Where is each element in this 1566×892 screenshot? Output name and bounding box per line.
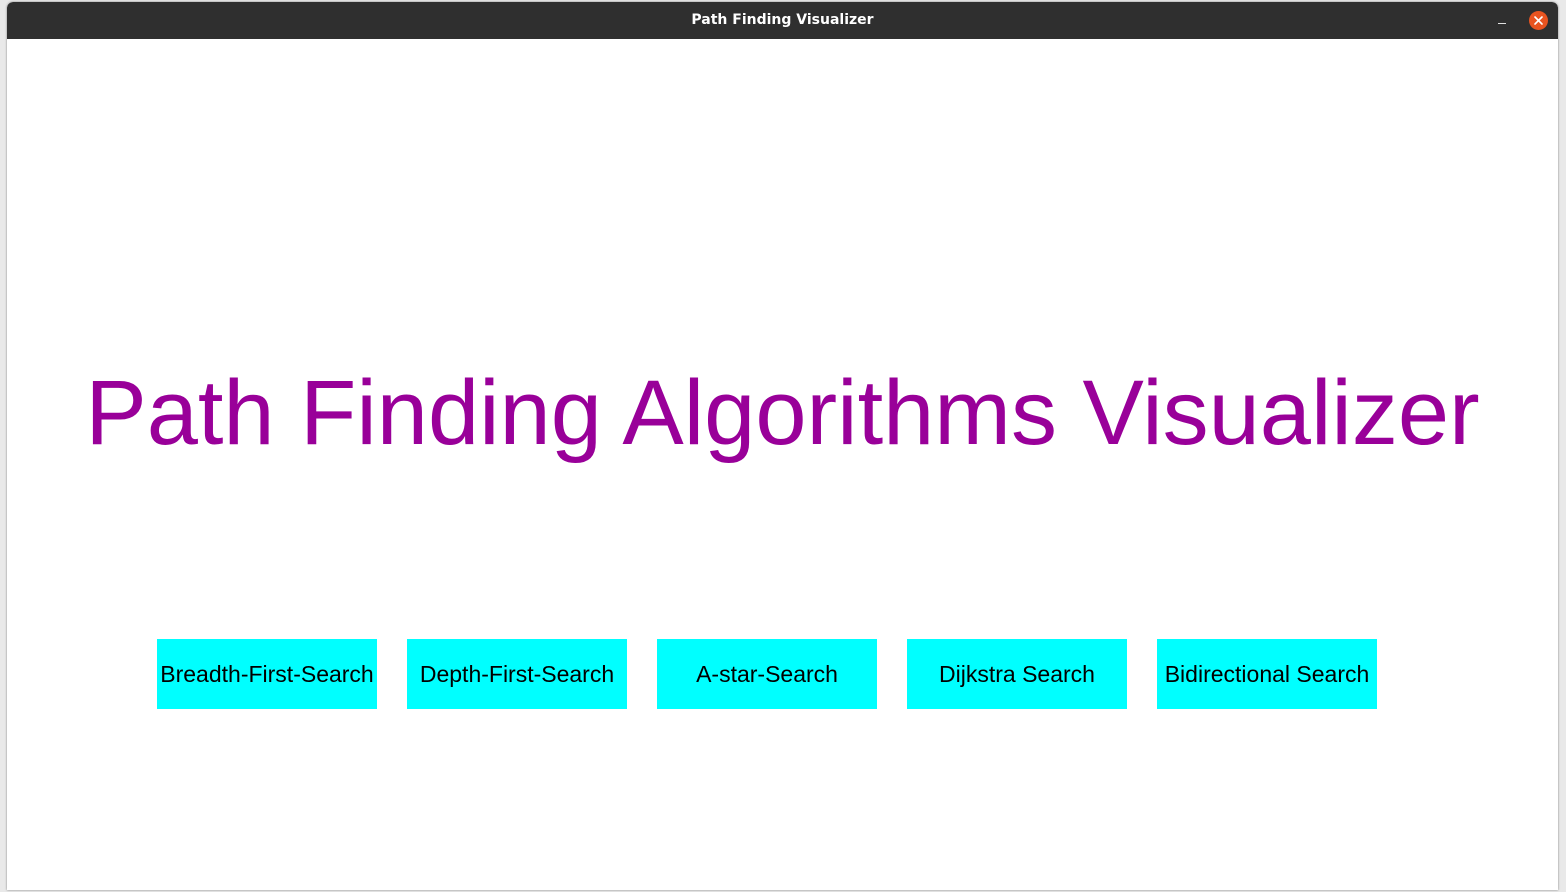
close-button[interactable] [1529, 11, 1548, 30]
app-canvas: Path Finding Algorithms Visualizer Bread… [7, 39, 1558, 890]
minimize-button[interactable] [1491, 10, 1513, 32]
window-title: Path Finding Visualizer [691, 12, 874, 28]
bidirectional-search-button[interactable]: Bidirectional Search [1157, 639, 1377, 709]
window-titlebar[interactable]: Path Finding Visualizer [7, 2, 1558, 39]
minimize-icon [1498, 23, 1506, 24]
app-window: Path Finding Visualizer Path Finding Alg… [7, 2, 1558, 890]
close-icon [1534, 16, 1543, 25]
breadth-first-search-button[interactable]: Breadth-First-Search [157, 639, 377, 709]
depth-first-search-button[interactable]: Depth-First-Search [407, 639, 627, 709]
page-title: Path Finding Algorithms Visualizer [85, 362, 1480, 464]
a-star-search-button[interactable]: A-star-Search [657, 639, 877, 709]
dijkstra-search-button[interactable]: Dijkstra Search [907, 639, 1127, 709]
